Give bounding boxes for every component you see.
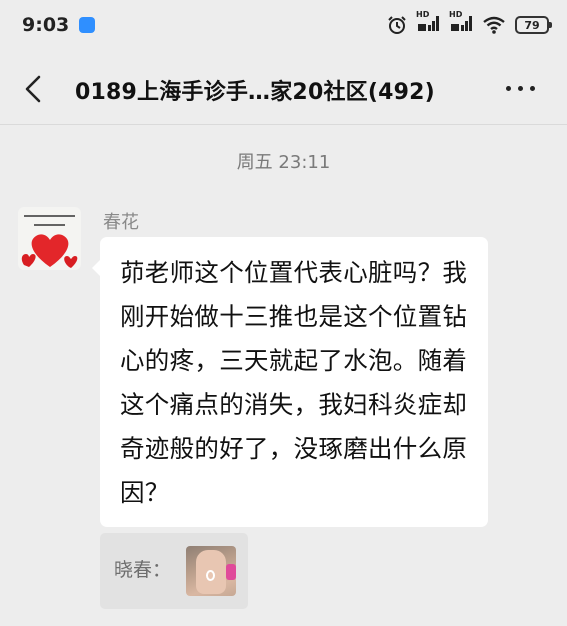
- wifi-icon: [482, 15, 506, 35]
- quote-sender-label: 晓春：: [114, 559, 172, 581]
- status-time: 9:03: [22, 14, 70, 36]
- signal-icon-2: HD: [449, 10, 473, 37]
- heart-icon: [21, 234, 78, 268]
- header-divider: [0, 124, 567, 125]
- more-options-icon[interactable]: [506, 86, 535, 91]
- hd-label-2: HD: [449, 10, 463, 19]
- sender-name: 春花: [103, 212, 139, 233]
- chat-title: 0189上海手诊手…家20社区(492): [75, 80, 435, 105]
- pink-object: [226, 564, 236, 580]
- message-timestamp: 周五 23:11: [236, 152, 331, 173]
- circle-mark: [206, 570, 215, 581]
- status-icons: HD HD 79: [387, 10, 552, 37]
- notification-app-icon: [79, 17, 96, 33]
- quoted-message[interactable]: 晓春：: [100, 533, 248, 609]
- signal-icon-1: HD: [416, 10, 440, 37]
- alarm-icon: [387, 15, 407, 35]
- battery-indicator: 79: [515, 16, 552, 34]
- hd-label-1: HD: [416, 10, 430, 19]
- status-bar: 9:03 HD HD 79: [0, 0, 567, 50]
- quote-image-thumbnail[interactable]: [186, 546, 236, 596]
- chat-header: 0189上海手诊手…家20社区(492): [0, 56, 567, 122]
- sender-avatar[interactable]: [18, 207, 81, 270]
- message-bubble[interactable]: 茆老师这个位置代表心脏吗？我刚开始做十三推也是这个位置钻心的疼，三天就起了水泡。…: [92, 237, 488, 527]
- back-arrow-icon[interactable]: [22, 74, 44, 104]
- message-text: 茆老师这个位置代表心脏吗？我刚开始做十三推也是这个位置钻心的疼，三天就起了水泡。…: [120, 258, 468, 507]
